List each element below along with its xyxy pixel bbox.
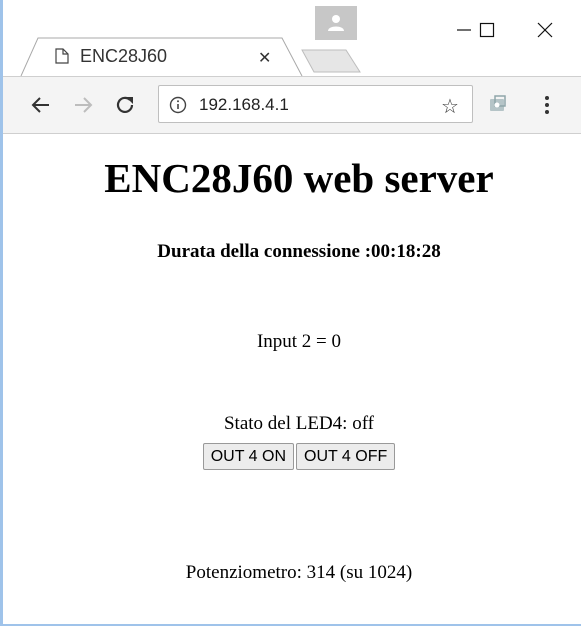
star-icon[interactable]: ☆ (441, 94, 459, 119)
new-tab-button[interactable] (300, 48, 362, 74)
led-buttons: OUT 4 ON OUT 4 OFF (3, 443, 581, 470)
info-icon[interactable] (169, 96, 187, 119)
page-content: ENC28J60 web server Durata della conness… (3, 134, 581, 624)
document-icon (55, 48, 69, 64)
browser-window: ENC28J60 ✕ 192.168.4.1 ☆ ENC28J60 web se… (0, 0, 581, 626)
forward-arrow-icon[interactable] (69, 91, 97, 119)
tab-title: ENC28J60 (80, 46, 168, 66)
close-window-icon[interactable] (524, 12, 566, 46)
maximize-icon[interactable] (467, 12, 507, 46)
browser-toolbar: 192.168.4.1 ☆ (3, 76, 581, 134)
connection-duration: Durata della connessione :00:18:28 (157, 241, 441, 262)
input-status: Input 2 = 0 (256, 331, 342, 352)
led-status: Stato del LED4: off (223, 413, 375, 434)
page-title: ENC28J60 web server (104, 155, 494, 201)
reload-icon[interactable] (111, 91, 139, 119)
kebab-menu-icon[interactable] (543, 94, 551, 121)
out4-on-button[interactable]: OUT 4 ON (202, 443, 294, 470)
out4-off-button[interactable]: OUT 4 OFF (296, 443, 396, 470)
back-arrow-icon[interactable] (27, 91, 55, 119)
extension-icon[interactable] (487, 94, 511, 121)
profile-avatar-icon[interactable] (315, 6, 357, 40)
address-bar[interactable]: 192.168.4.1 ☆ (158, 85, 473, 123)
potentiometer-value: Potenziometro: 314 (su 1024) (185, 562, 413, 583)
url-text: 192.168.4.1 (199, 95, 289, 114)
close-icon[interactable]: ✕ (258, 48, 271, 68)
tab-enc28j60[interactable]: ENC28J60 ✕ (20, 36, 310, 76)
